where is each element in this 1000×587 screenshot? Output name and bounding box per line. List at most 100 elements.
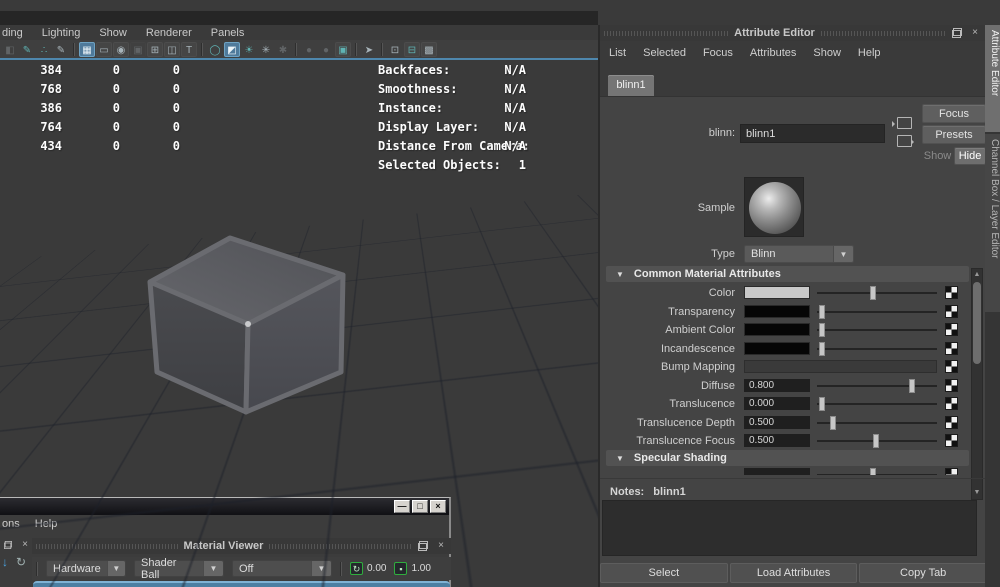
shaded-cube-icon[interactable]: ◩ [224,42,240,57]
float-panel-icon[interactable] [417,540,429,552]
gamma-field[interactable]: ▪ 1.00 [394,562,430,575]
material-sample-swatch[interactable] [744,177,804,237]
pencil-icon[interactable]: ✎ [53,42,69,57]
slider-handle[interactable] [830,416,836,430]
input-connection-icon[interactable] [897,117,912,129]
float-panel-icon[interactable] [951,27,963,39]
slider-handle[interactable] [870,286,876,300]
slider-handle[interactable] [819,305,825,319]
wireframe-icon[interactable]: ◯ [207,42,223,57]
slider-track[interactable] [817,329,937,331]
renderer-dropdown[interactable]: Hardware ▼ [46,560,126,577]
color-swatch[interactable] [744,286,810,299]
slider-track[interactable] [817,403,937,405]
environment-dropdown[interactable]: Off ▼ [232,560,332,577]
color-swatch[interactable] [744,305,810,318]
film-gate-icon[interactable]: ▭ [96,42,112,57]
tab-blinn1[interactable]: blinn1 [608,75,654,96]
sort-down-icon[interactable]: ↓ [2,555,8,569]
ae-menu-item-help[interactable]: Help [858,47,881,59]
refresh-icon[interactable]: ↻ [16,555,26,569]
output-connection-icon[interactable] [897,135,912,147]
ao-icon[interactable]: ✱ [275,42,291,57]
map-button[interactable] [945,397,958,410]
map-button[interactable] [945,416,958,429]
close-panel-icon[interactable]: × [19,539,31,551]
map-button[interactable] [945,286,958,299]
node-name-field[interactable]: blinn1 [740,124,885,143]
ae-menu-item-list[interactable]: List [609,47,626,59]
slider-track[interactable] [817,440,937,442]
section-specular-shading[interactable]: ▼ Specular Shading [606,450,969,466]
hypershade-menu-item-help[interactable]: Help [35,518,58,530]
slider-handle[interactable] [909,379,915,393]
value-field[interactable]: 0.000 [744,397,810,410]
hypershade-menu-item-ons[interactable]: ons [2,518,20,530]
close-button[interactable]: × [430,500,446,513]
field-chart-icon[interactable]: ⊞ [147,42,163,57]
scrollbar-thumb[interactable] [973,282,981,364]
slider-handle[interactable] [819,323,825,337]
copy-tab-button[interactable]: Copy Tab [859,563,987,583]
ae-menu-item-attributes[interactable]: Attributes [750,47,796,59]
gate-mask-icon[interactable]: ▣ [130,42,146,57]
tab-channel-box-layer-editor[interactable]: Channel Box / Layer Editor [985,134,1000,312]
value-field[interactable]: 0.800 [744,379,810,392]
value-field[interactable]: 0.500 [744,434,810,447]
texture-field[interactable] [744,360,937,373]
ae-menu-item-focus[interactable]: Focus [703,47,733,59]
image-plane-icon[interactable]: ◧ [2,42,18,57]
scroll-up-icon[interactable]: ▲ [972,270,982,280]
menu-item-ding[interactable]: ding [2,27,23,39]
close-panel-icon[interactable]: × [435,540,447,552]
hypershade-titlebar[interactable]: — □ × [0,498,449,515]
poly-cube[interactable] [145,232,353,418]
load-attributes-button[interactable]: Load Attributes [730,563,858,583]
slider-handle[interactable] [873,434,879,448]
slider-track[interactable] [817,311,937,313]
grid-icon[interactable]: ▦ [79,42,95,57]
grease-pencil-icon[interactable]: ✎ [19,42,35,57]
shadows-icon[interactable]: ✳ [258,42,274,57]
color-swatch[interactable] [744,342,810,355]
menu-item-renderer[interactable]: Renderer [146,27,192,39]
isolate-select-icon[interactable]: ▣ [335,42,351,57]
slider-track[interactable] [817,385,937,387]
menu-item-show[interactable]: Show [99,27,127,39]
float-panel-icon[interactable] [3,540,13,550]
map-button[interactable] [945,342,958,355]
close-panel-icon[interactable]: × [969,27,981,39]
slider-handle[interactable] [819,342,825,356]
all-lights-icon[interactable]: ☀ [241,42,257,57]
select-cursor-icon[interactable]: ➤ [361,42,377,57]
map-button[interactable] [945,360,958,373]
xray-icon[interactable]: ⊡ [387,42,403,57]
exposure-field[interactable]: ↻ 0.00 [350,562,386,575]
map-button[interactable] [945,323,958,336]
select-button[interactable]: Select [600,563,728,583]
section-common-material-attributes[interactable]: ▼ Common Material Attributes [606,266,969,282]
presets-button[interactable]: Presets [922,125,986,144]
minimize-button[interactable]: — [394,500,410,513]
snap-points-icon[interactable]: ∴ [36,42,52,57]
material-type-dropdown[interactable]: Blinn ▼ [744,245,854,263]
material-viewer-titlebar[interactable]: Material Viewer × [32,538,451,554]
menu-item-lighting[interactable]: Lighting [42,27,81,39]
slider-track[interactable] [817,422,937,424]
map-button[interactable] [945,434,958,447]
exposure-icon[interactable]: ▩ [421,42,437,57]
map-button[interactable] [945,468,958,475]
value-field[interactable]: 0.500 [744,416,810,429]
ae-menu-item-selected[interactable]: Selected [643,47,686,59]
geometry-dropdown[interactable]: Shader Ball ▼ [134,560,224,577]
notes-textarea[interactable] [602,500,977,556]
safe-title-icon[interactable]: T [181,42,197,57]
scroll-down-icon[interactable]: ▼ [972,488,982,498]
safe-action-icon[interactable]: ◫ [164,42,180,57]
attribute-editor-titlebar[interactable]: Attribute Editor × [600,25,985,41]
xray-joints-icon[interactable]: ⊟ [404,42,420,57]
hide-button[interactable]: Hide [954,147,986,165]
textured-icon[interactable]: ● [301,42,317,57]
tab-attribute-editor[interactable]: Attribute Editor [985,25,1000,132]
slider-track[interactable] [817,348,937,350]
